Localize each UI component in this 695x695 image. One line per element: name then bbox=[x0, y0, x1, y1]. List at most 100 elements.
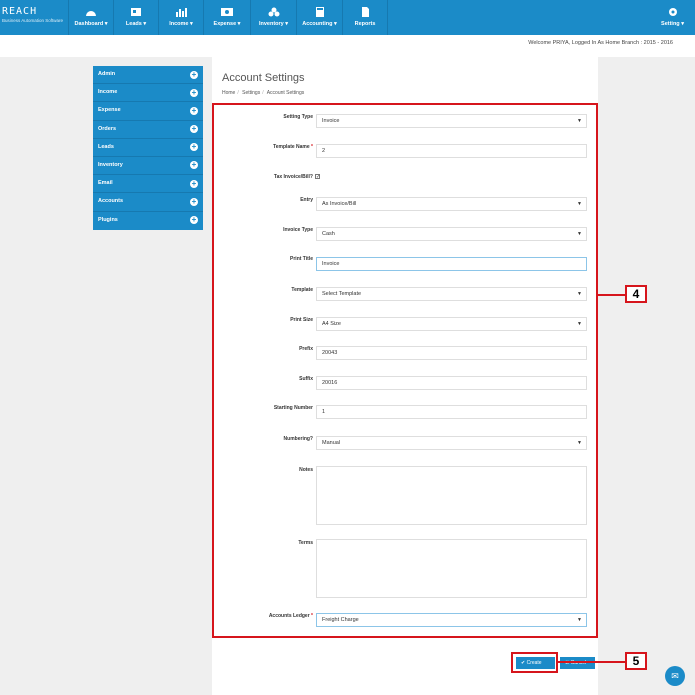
accounts-ledger-value: Freight Charge bbox=[322, 617, 359, 623]
print-size-value: A4 Size bbox=[322, 321, 341, 327]
starting-number-input[interactable]: 1 bbox=[316, 405, 587, 419]
nav-accounting-label: Accounting ▾ bbox=[302, 21, 337, 27]
invoice-type-select[interactable]: Cash ▼ bbox=[316, 227, 587, 241]
welcome-strip bbox=[0, 35, 695, 57]
plus-circle-icon: + bbox=[190, 142, 198, 152]
nav-expense-label: Expense ▾ bbox=[213, 21, 241, 27]
sidebar-item-email[interactable]: Email + bbox=[93, 175, 203, 194]
print-size-select[interactable]: A4 Size ▼ bbox=[316, 317, 587, 331]
suffix-label: Suffix bbox=[299, 376, 313, 382]
starting-number-value: 1 bbox=[322, 409, 326, 415]
accounts-ledger-label-text: Accounts Ledger bbox=[268, 613, 310, 619]
plus-circle-icon: + bbox=[190, 124, 198, 134]
invoice-type-label: Invoice Type bbox=[283, 227, 313, 233]
accounting-icon bbox=[315, 7, 324, 17]
terms-textarea[interactable] bbox=[316, 539, 587, 598]
nav-accounting[interactable]: Accounting ▾ bbox=[296, 0, 342, 35]
sidebar-item-inventory[interactable]: Inventory + bbox=[93, 157, 203, 176]
dashboard-icon bbox=[86, 11, 96, 16]
callout-5-badge: 5 bbox=[625, 652, 647, 670]
template-name-label: Template Name * bbox=[213, 144, 313, 150]
invoice-type-value: Cash bbox=[322, 231, 335, 237]
chat-bubble-icon[interactable]: ✉ bbox=[665, 666, 685, 686]
nav-reports[interactable]: Reports bbox=[342, 0, 388, 35]
breadcrumb-settings[interactable]: Settings bbox=[242, 90, 260, 96]
template-select[interactable]: Select Template ▼ bbox=[316, 287, 587, 301]
create-highlight-box bbox=[511, 652, 558, 673]
print-size-label: Print Size bbox=[290, 317, 313, 323]
income-chart-icon bbox=[176, 8, 187, 17]
prefix-input[interactable]: 20043 bbox=[316, 346, 587, 360]
sidebar-item-admin[interactable]: Admin + bbox=[93, 66, 203, 85]
plus-circle-icon: + bbox=[190, 196, 198, 206]
accounts-ledger-select[interactable]: Freight Charge ▼ bbox=[316, 613, 587, 627]
prefix-label: Prefix bbox=[299, 346, 313, 352]
nav-inventory[interactable]: Inventory ▾ bbox=[250, 0, 296, 35]
leads-icon bbox=[131, 8, 141, 16]
nav-dashboard[interactable]: Dashboard ▾ bbox=[68, 0, 113, 35]
numbering-value: Manual bbox=[322, 440, 341, 446]
settings-side-menu: Admin + Income + Expense + Orders + Leads + I… bbox=[93, 66, 203, 230]
sidebar-item-income[interactable]: Income + bbox=[93, 84, 203, 103]
callout-4-connector bbox=[598, 294, 626, 296]
sidebar-item-plugins[interactable]: Plugins + bbox=[93, 212, 203, 230]
plus-circle-icon: + bbox=[190, 215, 198, 224]
welcome-message: Welcome PRIYA, Logged In As Home Branch … bbox=[528, 40, 673, 46]
nav-dashboard-label: Dashboard ▾ bbox=[74, 21, 108, 27]
callout-4-badge: 4 bbox=[625, 285, 647, 303]
suffix-value: 20016 bbox=[322, 380, 338, 386]
accounts-ledger-label: Accounts Ledger * bbox=[213, 613, 313, 619]
nav-income-label: Income ▾ bbox=[169, 21, 193, 27]
nav-income[interactable]: Income ▾ bbox=[158, 0, 203, 35]
breadcrumb-home[interactable]: Home bbox=[222, 90, 235, 96]
setting-type-select[interactable]: Invoice ▼ bbox=[316, 114, 587, 128]
numbering-select[interactable]: Manual ▼ bbox=[316, 436, 587, 450]
notes-textarea[interactable] bbox=[316, 466, 587, 525]
sidebar-item-expense[interactable]: Expense + bbox=[93, 102, 203, 121]
sidebar-item-orders[interactable]: Orders + bbox=[93, 121, 203, 139]
template-name-label-text: Template Name bbox=[273, 144, 310, 150]
page-title: Account Settings bbox=[222, 72, 305, 84]
tax-invoice-checkbox[interactable]: ✓ bbox=[315, 174, 320, 180]
notes-label: Notes bbox=[299, 467, 313, 473]
dropdown-caret-icon: ▼ bbox=[577, 201, 582, 207]
top-nav-bar: REACH Business Automation Software Dashb… bbox=[0, 0, 695, 35]
required-marker: * bbox=[311, 144, 313, 150]
sidebar-item-label: Email bbox=[98, 180, 113, 187]
entry-select[interactable]: As Invoice/Bill ▼ bbox=[316, 197, 587, 211]
entry-value: As Invoice/Bill bbox=[322, 201, 357, 207]
nav-settings-label: Setting ▾ bbox=[661, 21, 684, 27]
nav-leads[interactable]: Leads ▾ bbox=[113, 0, 158, 35]
expense-icon bbox=[221, 8, 233, 16]
plus-circle-icon: + bbox=[190, 69, 198, 79]
dropdown-caret-icon: ▼ bbox=[577, 617, 582, 623]
sidebar-item-accounts[interactable]: Accounts + bbox=[93, 193, 203, 212]
template-name-input[interactable]: 2 bbox=[316, 144, 587, 158]
logo-brand: REACH bbox=[2, 6, 38, 17]
nav-inventory-label: Inventory ▾ bbox=[258, 21, 289, 27]
dropdown-caret-icon: ▼ bbox=[577, 231, 582, 237]
app-logo[interactable]: REACH Business Automation Software bbox=[2, 6, 64, 30]
template-value: Select Template bbox=[322, 291, 362, 297]
required-marker: * bbox=[311, 613, 313, 619]
setting-type-label: Setting Type bbox=[283, 114, 313, 120]
sidebar-item-label: Accounts bbox=[98, 198, 124, 205]
suffix-input[interactable]: 20016 bbox=[316, 376, 587, 390]
terms-label: Terms bbox=[298, 540, 313, 546]
starting-number-label: Starting Number bbox=[273, 405, 313, 411]
nav-settings[interactable]: Setting ▾ bbox=[650, 0, 695, 35]
sidebar-item-label: Income bbox=[98, 89, 118, 96]
cancel-button[interactable]: ✖ Cancel bbox=[560, 657, 595, 669]
setting-type-value: Invoice bbox=[322, 118, 340, 124]
template-label: Template bbox=[291, 287, 313, 293]
sidebar-item-label: Leads bbox=[98, 143, 114, 150]
sidebar-item-label: Inventory bbox=[98, 161, 123, 168]
nav-reports-label: Reports bbox=[354, 21, 376, 27]
reports-icon bbox=[362, 7, 369, 17]
nav-expense[interactable]: Expense ▾ bbox=[203, 0, 250, 35]
print-title-input[interactable]: Invoice bbox=[316, 257, 587, 271]
dropdown-caret-icon: ▼ bbox=[577, 118, 582, 124]
inventory-icon bbox=[268, 7, 279, 17]
sidebar-item-leads[interactable]: Leads + bbox=[93, 139, 203, 157]
breadcrumb-current: Account Settings bbox=[266, 90, 305, 96]
